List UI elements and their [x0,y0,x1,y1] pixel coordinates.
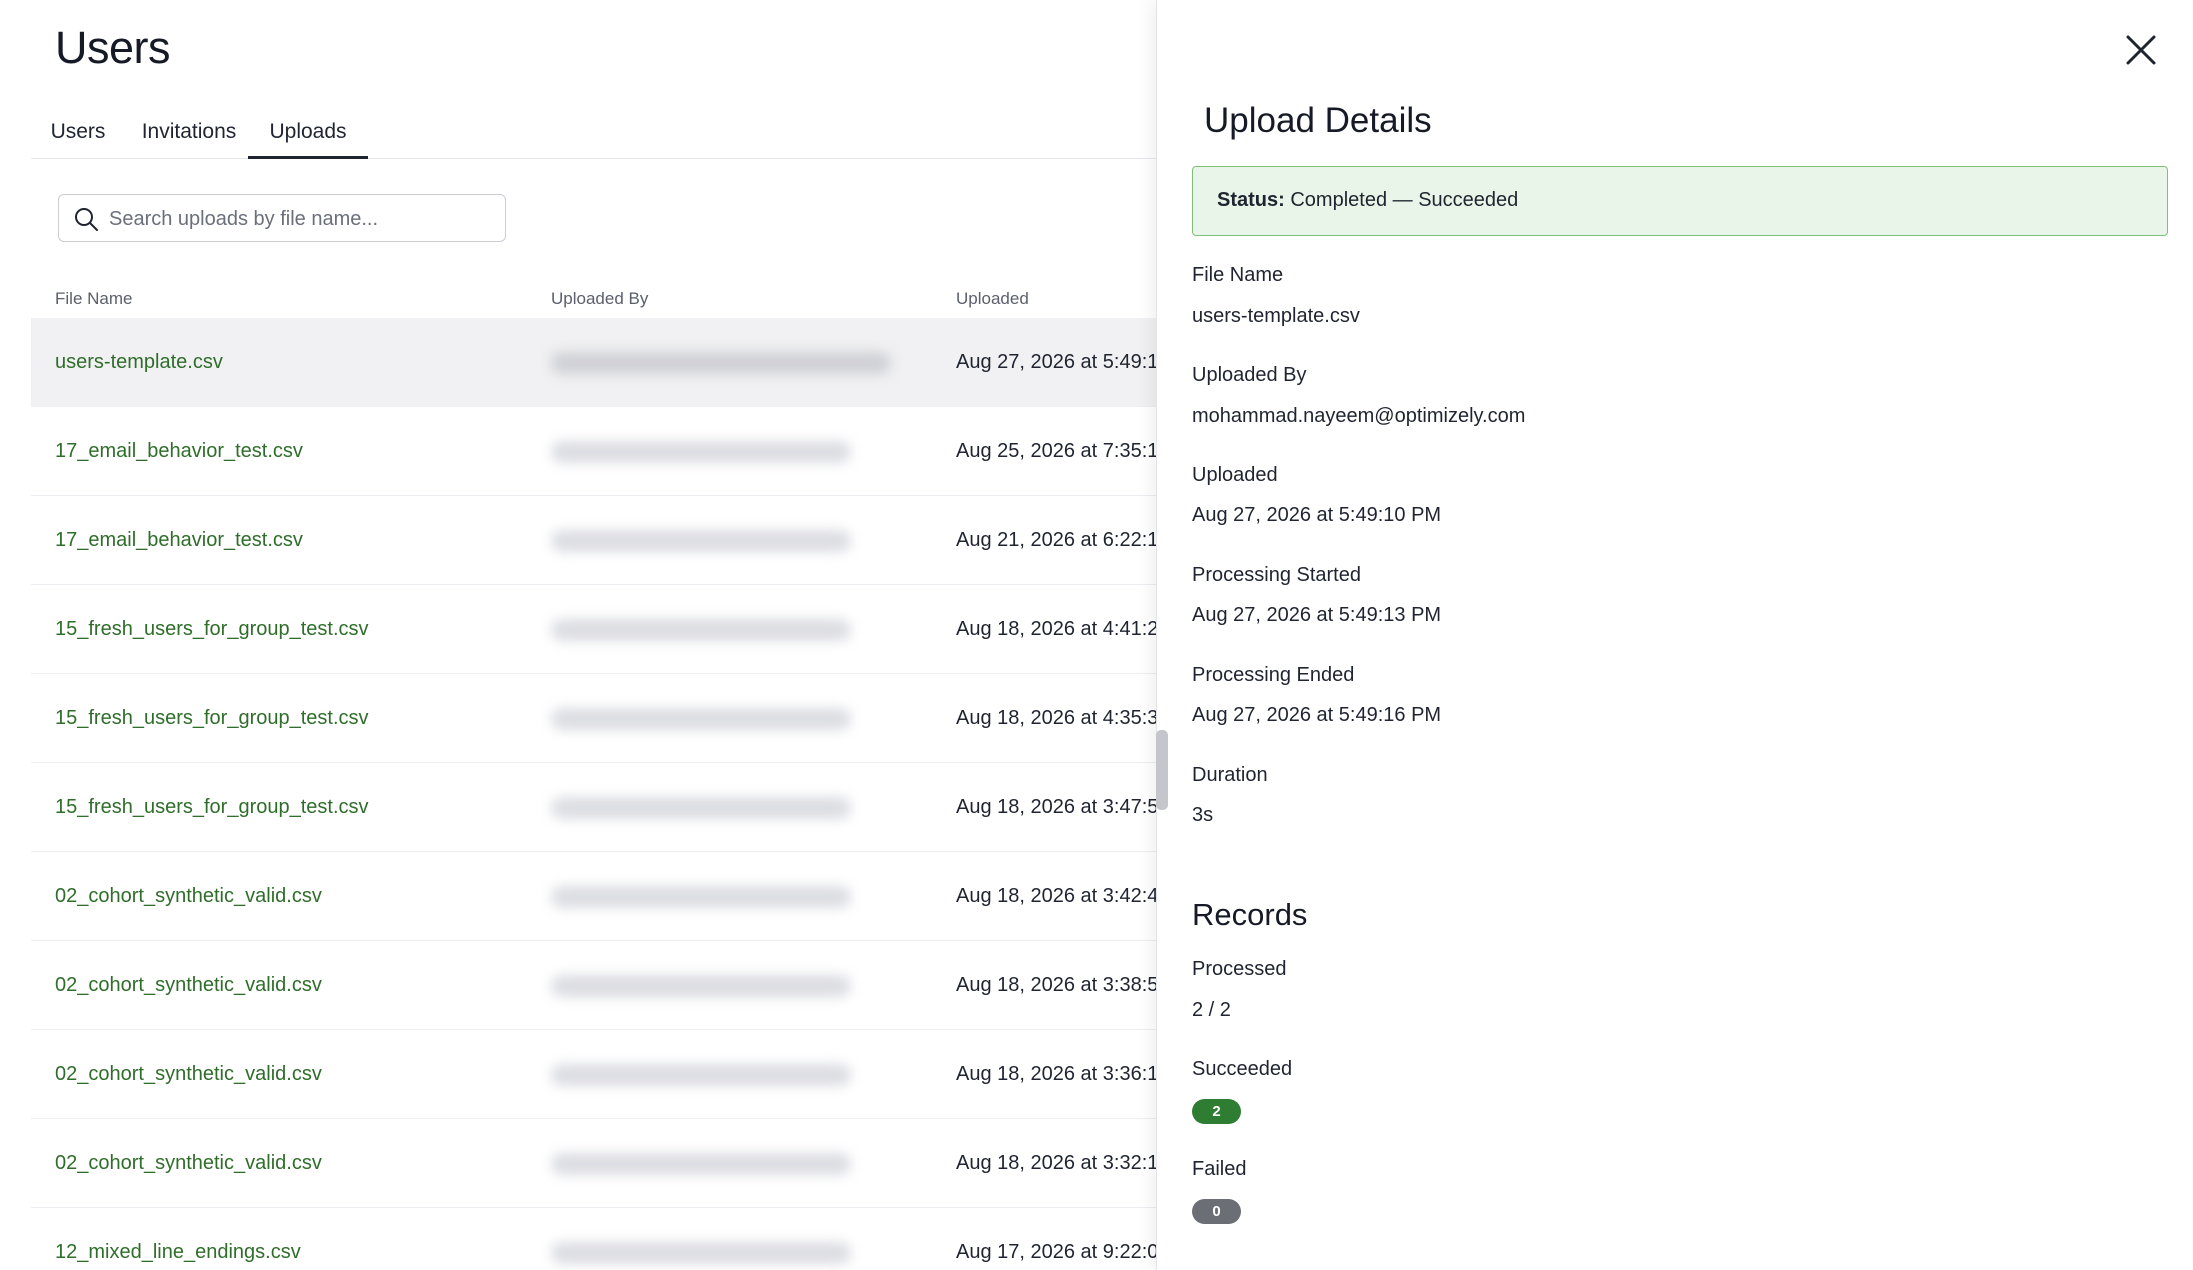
status-label: Status: [1217,189,1285,211]
uploaded-date: Aug 18, 2026 at 3:32:1 [956,1152,1156,1174]
file-name-link[interactable]: 12_mixed_line_endings.csv [55,1208,301,1270]
file-name-link[interactable]: 17_email_behavior_test.csv [55,496,303,584]
redacted-uploader [551,797,851,819]
file-name-link[interactable]: 02_cohort_synthetic_valid.csv [55,941,322,1029]
uploaded-date: Aug 18, 2026 at 3:36:1 [956,1063,1156,1085]
uploaded-date: Aug 18, 2026 at 3:38:5 [956,974,1156,996]
column-header-uploaded[interactable]: Uploaded [956,289,1029,309]
table-row[interactable]: 17_email_behavior_test.csv Aug 21, 2026 … [31,496,1156,585]
status-value: Completed — Succeeded [1290,189,1519,211]
uploaded-by-value: mohammad.nayeem@optimizely.com [1192,405,1526,427]
search-icon [75,208,98,231]
succeeded-count-badge: 2 [1192,1099,1241,1124]
processing-started-label: Processing Started [1192,564,1361,586]
file-name-label: File Name [1192,264,1284,286]
processing-started-value: Aug 27, 2026 at 5:49:13 PM [1192,604,1442,626]
redacted-uploader [551,975,851,997]
table-row[interactable]: 02_cohort_synthetic_valid.csv Aug 18, 20… [31,1119,1156,1208]
uploaded-label: Uploaded [1192,464,1278,486]
records-section-title: Records [1192,897,1308,932]
uploaded-date: Aug 18, 2026 at 4:41:2 [956,618,1156,640]
redacted-uploader [551,441,851,463]
duration-value: 3s [1192,804,1214,826]
table-row[interactable]: 12_mixed_line_endings.csv Aug 17, 2026 a… [31,1208,1156,1270]
redacted-uploader [551,530,851,552]
processing-ended-label: Processing Ended [1192,664,1355,686]
uploaded-date: Aug 17, 2026 at 9:22:0 [956,1241,1156,1263]
table-row[interactable]: 17_email_behavior_test.csv Aug 25, 2026 … [31,407,1156,496]
processed-value: 2 / 2 [1192,999,1231,1021]
column-header-uploaded-by[interactable]: Uploaded By [551,289,648,309]
uploaded-date: Aug 18, 2026 at 3:47:5 [956,796,1156,818]
uploaded-date: Aug 18, 2026 at 4:35:3 [956,707,1156,729]
file-name-link[interactable]: 15_fresh_users_for_group_test.csv [55,674,369,762]
file-name-link[interactable]: users-template.csv [55,318,223,406]
redacted-uploader [551,1242,851,1264]
redacted-uploader [551,708,851,730]
tab-bar: Users Invitations Uploads [31,112,1156,159]
redacted-uploader [551,619,851,641]
succeeded-label: Succeeded [1192,1058,1293,1080]
table-row[interactable]: 02_cohort_synthetic_valid.csv Aug 18, 20… [31,852,1156,941]
close-button[interactable] [2119,28,2163,72]
panel-title: Upload Details [1204,101,1432,140]
table-row[interactable]: 15_fresh_users_for_group_test.csv Aug 18… [31,674,1156,763]
table-row[interactable]: 02_cohort_synthetic_valid.csv Aug 18, 20… [31,1030,1156,1119]
processed-label: Processed [1192,958,1287,980]
file-name-link[interactable]: 02_cohort_synthetic_valid.csv [55,1030,322,1118]
file-name-link[interactable]: 15_fresh_users_for_group_test.csv [55,763,369,851]
file-name-link[interactable]: 02_cohort_synthetic_valid.csv [55,1119,322,1207]
uploaded-by-label: Uploaded By [1192,364,1307,386]
table-row[interactable]: 15_fresh_users_for_group_test.csv Aug 18… [31,763,1156,852]
search-input[interactable] [107,203,491,235]
page-title: Users [55,22,171,73]
scrollbar-thumb[interactable] [1156,730,1168,810]
redacted-uploader [551,1153,851,1175]
uploads-table: users-template.csv Aug 27, 2026 at 5:49:… [31,318,1156,1270]
column-header-file-name[interactable]: File Name [55,289,132,309]
failed-label: Failed [1192,1158,1247,1180]
users-page: Users Users Invitations Uploads File Nam… [0,0,1156,1270]
duration-label: Duration [1192,764,1268,786]
status-text: Status: Completed — Succeeded [1217,167,1518,234]
upload-details-panel: Upload Details Status: Completed — Succe… [1156,0,2193,1270]
uploaded-value: Aug 27, 2026 at 5:49:10 PM [1192,504,1442,526]
redacted-uploader [551,886,851,908]
tab-invitations[interactable]: Invitations [136,112,242,156]
table-row[interactable]: 02_cohort_synthetic_valid.csv Aug 18, 20… [31,941,1156,1030]
file-name-link[interactable]: 15_fresh_users_for_group_test.csv [55,585,369,673]
tab-users[interactable]: Users [48,112,108,156]
processing-ended-value: Aug 27, 2026 at 5:49:16 PM [1192,704,1442,726]
uploaded-date: Aug 18, 2026 at 3:42:4 [956,885,1156,907]
redacted-uploader [551,352,891,374]
file-name-link[interactable]: 02_cohort_synthetic_valid.csv [55,852,322,940]
file-name-link[interactable]: 17_email_behavior_test.csv [55,407,303,495]
close-icon [2126,35,2156,65]
uploaded-date: Aug 25, 2026 at 7:35:1 [956,440,1156,462]
failed-count-badge: 0 [1192,1199,1241,1224]
table-row[interactable]: 15_fresh_users_for_group_test.csv Aug 18… [31,585,1156,674]
search-field[interactable] [58,194,506,242]
file-name-value: users-template.csv [1192,305,1360,327]
uploaded-date: Aug 27, 2026 at 5:49:1 [956,351,1156,373]
tab-uploads[interactable]: Uploads [248,112,368,159]
redacted-uploader [551,1064,851,1086]
status-banner: Status: Completed — Succeeded [1192,166,2168,236]
uploaded-date: Aug 21, 2026 at 6:22:1 [956,529,1156,551]
table-row[interactable]: users-template.csv Aug 27, 2026 at 5:49:… [31,318,1156,407]
